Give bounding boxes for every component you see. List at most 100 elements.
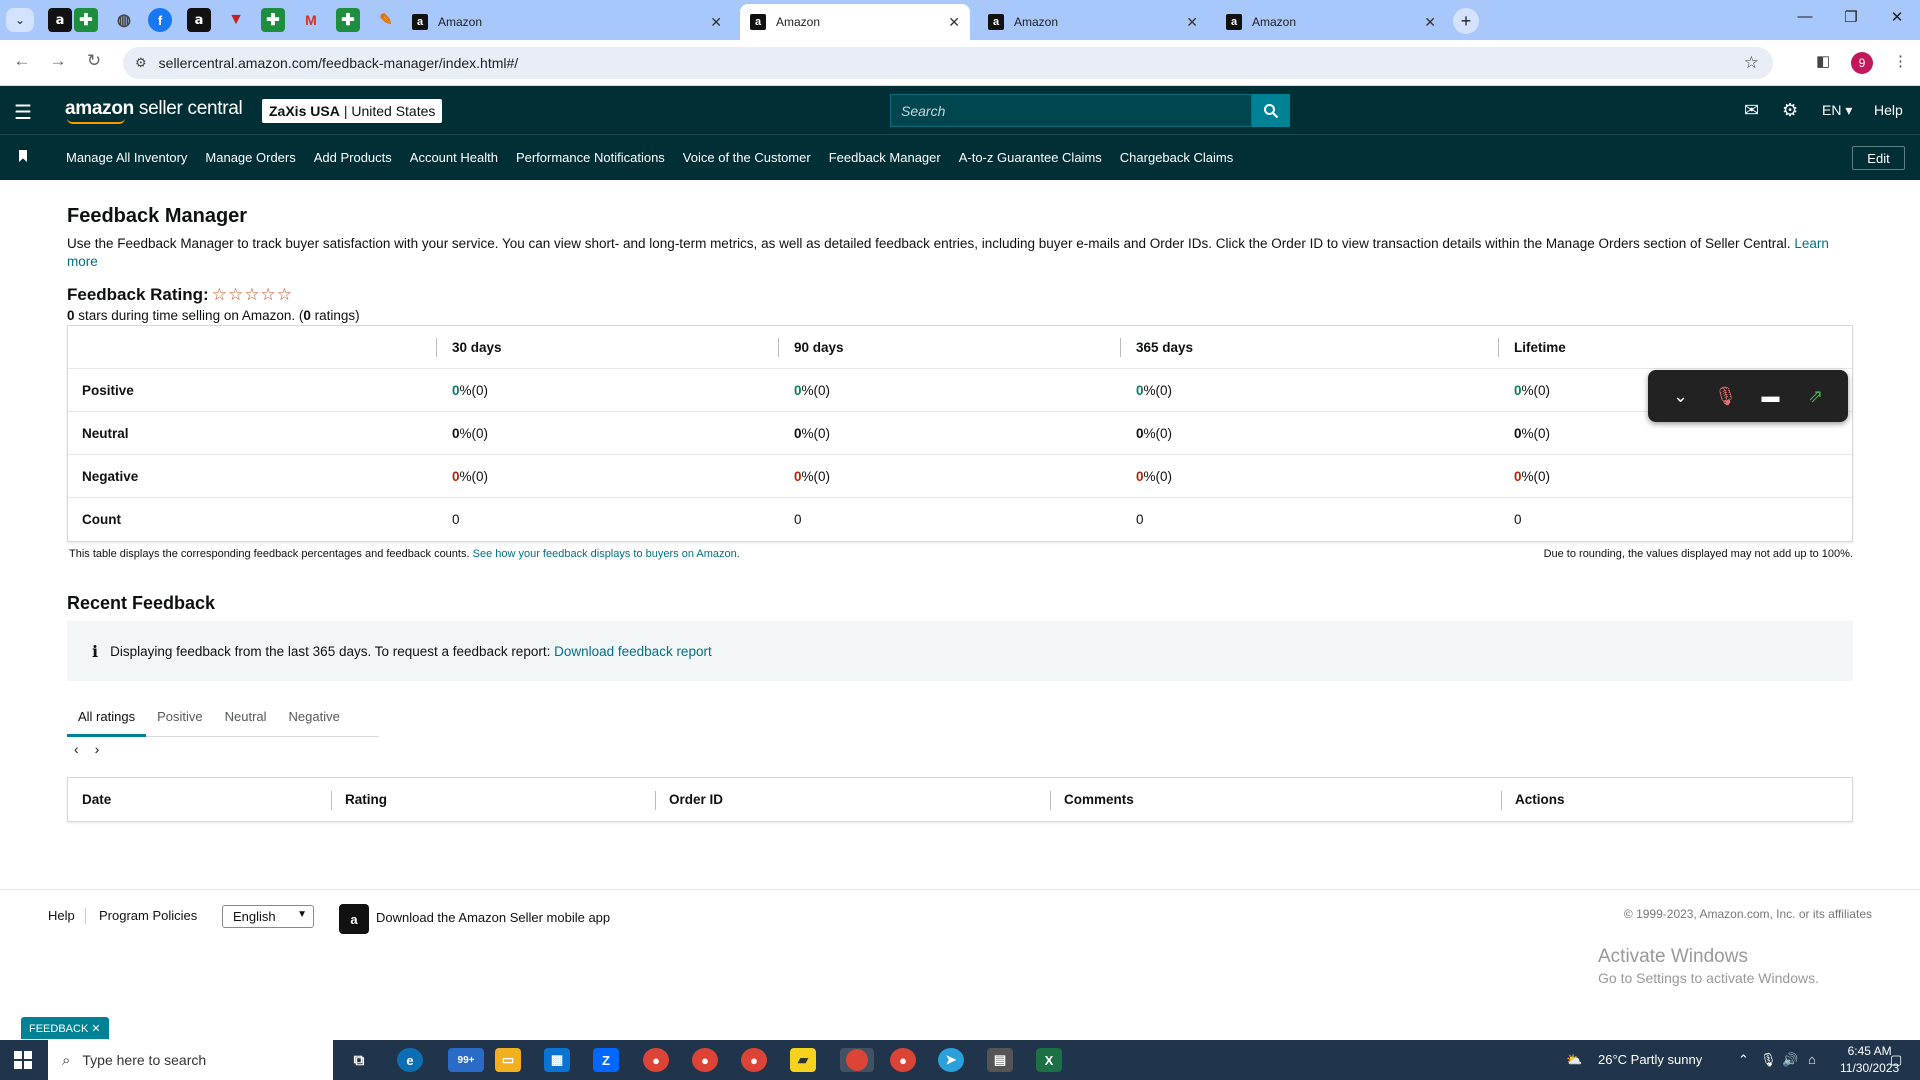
hamburger-menu-icon[interactable]: ☰ xyxy=(14,100,32,125)
pinned-tab-facebook[interactable]: f xyxy=(148,8,172,32)
tab-positive[interactable]: Positive xyxy=(146,705,214,737)
close-icon[interactable]: ✕ xyxy=(1424,14,1436,31)
program-policies-link[interactable]: Program Policies xyxy=(99,908,197,923)
browser-tab-2[interactable]: a Amazon ✕ xyxy=(740,4,970,40)
pinned-tab-sheets[interactable]: ✚ xyxy=(74,8,98,32)
sticky-notes-icon[interactable]: ▰ xyxy=(790,1048,816,1072)
pinned-tab-pen[interactable]: ✎ xyxy=(374,8,398,32)
close-window-icon[interactable]: ✕ xyxy=(1882,8,1912,26)
column-header-rating[interactable]: Rating xyxy=(331,778,655,821)
profile-avatar[interactable]: 9 xyxy=(1851,52,1873,74)
back-arrow-icon[interactable]: ← xyxy=(10,51,34,71)
edge-icon[interactable]: e xyxy=(397,1048,423,1072)
address-bar[interactable]: ⚙ sellercentral.amazon.com/feedback-mana… xyxy=(123,47,1773,79)
bookmark-star-icon[interactable]: ☆ xyxy=(1744,53,1759,73)
calculator-icon[interactable]: ▤ xyxy=(987,1048,1013,1072)
chevron-right-icon[interactable]: › xyxy=(95,741,100,757)
pinned-tab-amazon-2[interactable]: a xyxy=(187,8,211,32)
edit-nav-button[interactable]: Edit xyxy=(1852,146,1905,170)
chevron-left-icon[interactable]: ‹ xyxy=(74,741,79,757)
tab-all-ratings[interactable]: All ratings xyxy=(67,705,147,737)
microphone-icon[interactable]: 🎙 xyxy=(1760,1052,1777,1068)
chrome-profile-icon[interactable]: ● xyxy=(890,1048,916,1072)
amazon-app-icon[interactable]: a xyxy=(339,904,369,934)
nav-a-to-z-claims[interactable]: A-to-z Guarantee Claims xyxy=(959,150,1102,165)
help-link[interactable]: Help xyxy=(1874,102,1903,118)
close-icon[interactable]: ✕ xyxy=(948,14,960,31)
restore-icon[interactable]: ❐ xyxy=(1836,8,1866,26)
weather-icon[interactable]: ⛅ xyxy=(1566,1052,1582,1068)
tray-chevron-up-icon[interactable]: ⌃ xyxy=(1738,1052,1749,1068)
bookmark-icon[interactable] xyxy=(19,150,27,162)
close-icon[interactable]: ✕ xyxy=(710,14,722,31)
search-input[interactable]: Search xyxy=(890,94,1252,127)
nav-add-products[interactable]: Add Products xyxy=(314,150,392,165)
browser-tab-1[interactable]: a Amazon ✕ xyxy=(402,4,732,40)
nav-chargeback-claims[interactable]: Chargeback Claims xyxy=(1120,150,1233,165)
tab-negative[interactable]: Negative xyxy=(278,705,351,737)
browser-tab-4[interactable]: a Amazon ✕ xyxy=(1216,4,1446,40)
telegram-icon[interactable]: ➤ xyxy=(938,1048,964,1072)
store-icon[interactable]: ▦ xyxy=(544,1048,570,1072)
pinned-tab-red[interactable]: ▼ xyxy=(224,8,248,32)
excel-icon[interactable]: X xyxy=(1036,1048,1062,1072)
close-icon[interactable]: ✕ xyxy=(1186,14,1198,31)
nav-voice-of-the-customer[interactable]: Voice of the Customer xyxy=(683,150,811,165)
column-header-comments[interactable]: Comments xyxy=(1050,778,1501,821)
file-explorer-icon[interactable]: ▭ xyxy=(495,1048,521,1072)
share-screen-icon[interactable]: ⇗ xyxy=(1800,386,1832,407)
browser-tab-3[interactable]: a Amazon ✕ xyxy=(978,4,1208,40)
feedback-tab-button[interactable]: FEEDBACK ✕ xyxy=(21,1017,109,1039)
task-view-icon[interactable]: ⧉ xyxy=(346,1048,372,1072)
tab-search-button[interactable]: ⌄ xyxy=(6,8,34,32)
language-select[interactable]: English ▼ xyxy=(222,905,314,928)
gear-icon[interactable]: ⚙ xyxy=(1782,100,1798,121)
new-tab-button[interactable]: + xyxy=(1453,8,1479,34)
pinned-tab-sheets-2[interactable]: ✚ xyxy=(261,8,285,32)
nav-manage-orders[interactable]: Manage Orders xyxy=(205,150,295,165)
microphone-muted-icon[interactable]: 🎙 xyxy=(1710,386,1742,407)
video-camera-icon[interactable]: ▬ xyxy=(1755,386,1787,407)
side-panel-icon[interactable]: ◧ xyxy=(1816,52,1830,70)
seller-central-logo[interactable]: amazon seller central xyxy=(65,98,243,124)
pinned-tab-gmail[interactable]: M xyxy=(299,8,323,32)
search-button[interactable] xyxy=(1252,94,1290,127)
chrome-active-icon[interactable] xyxy=(840,1048,874,1072)
footer-help-link[interactable]: Help xyxy=(48,908,75,923)
mail-app-icon[interactable]: 99+ xyxy=(448,1048,484,1072)
pinned-tab-globe[interactable]: ◍ xyxy=(112,8,136,32)
pinned-tab-amazon[interactable]: a xyxy=(48,8,72,32)
nav-manage-all-inventory[interactable]: Manage All Inventory xyxy=(66,150,187,165)
pinned-tab-sheets-3[interactable]: ✚ xyxy=(336,8,360,32)
more-menu-icon[interactable]: ⋮ xyxy=(1893,52,1908,70)
nav-feedback-manager[interactable]: Feedback Manager xyxy=(829,150,941,165)
store-selector[interactable]: ZaXis USA | United States xyxy=(262,99,443,123)
taskbar-search-input[interactable]: ⌕ Type here to search xyxy=(48,1040,333,1080)
mail-icon[interactable]: ✉ xyxy=(1744,100,1759,121)
language-selector[interactable]: EN ▾ xyxy=(1822,102,1852,119)
reload-icon[interactable]: ↻ xyxy=(82,51,106,71)
metric-cell: 0 %(0) xyxy=(436,455,778,497)
column-header-order-id[interactable]: Order ID xyxy=(655,778,1050,821)
buyer-display-link[interactable]: See how your feedback displays to buyers… xyxy=(473,548,740,560)
chrome-profile-icon[interactable]: ● xyxy=(741,1048,767,1072)
nav-account-health[interactable]: Account Health xyxy=(410,150,498,165)
nav-performance-notifications[interactable]: Performance Notifications xyxy=(516,150,665,165)
minimize-icon[interactable]: — xyxy=(1790,8,1820,25)
notification-icon[interactable]: ▢ xyxy=(1890,1052,1902,1068)
weather-text[interactable]: 26°C Partly sunny xyxy=(1598,1052,1702,1067)
chevron-down-icon[interactable]: ⌄ xyxy=(1665,386,1697,407)
column-header-actions[interactable]: Actions xyxy=(1501,778,1852,821)
zalo-icon[interactable]: Z xyxy=(593,1048,619,1072)
tab-neutral[interactable]: Neutral xyxy=(214,705,278,737)
chrome-icon[interactable]: ● xyxy=(643,1048,669,1072)
windows-start-icon[interactable] xyxy=(14,1051,32,1069)
forward-arrow-icon[interactable]: → xyxy=(46,51,70,71)
mobile-app-link[interactable]: Download the Amazon Seller mobile app xyxy=(376,910,610,925)
network-icon[interactable]: ⌂ xyxy=(1808,1052,1816,1067)
chrome-profile-icon[interactable]: ● xyxy=(692,1048,718,1072)
column-header-date[interactable]: Date xyxy=(68,778,331,821)
site-info-icon[interactable]: ⚙ xyxy=(135,55,147,71)
volume-icon[interactable]: 🔊 xyxy=(1782,1052,1798,1068)
download-report-link[interactable]: Download feedback report xyxy=(554,644,712,659)
